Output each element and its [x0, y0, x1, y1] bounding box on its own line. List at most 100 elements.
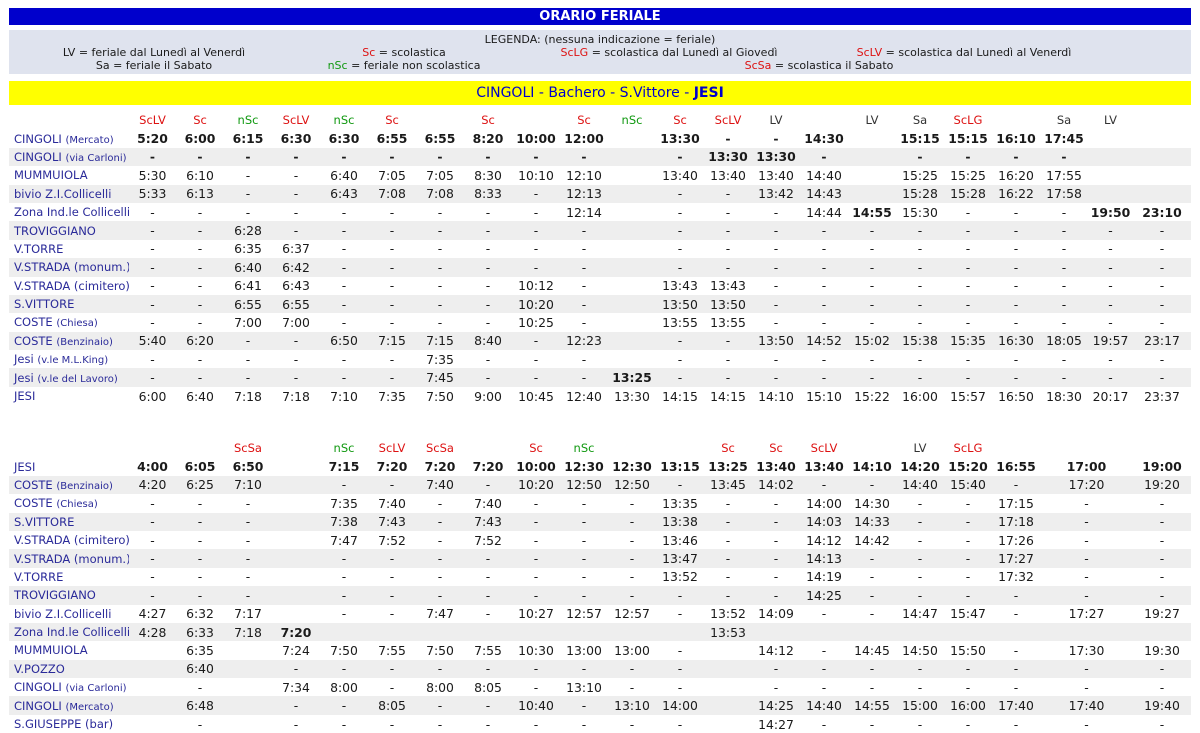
departure-time: -: [656, 221, 704, 240]
departure-time: [1133, 184, 1191, 203]
stop-name-detail: (via Carloni): [65, 152, 127, 164]
departure-time: -: [704, 368, 752, 387]
stop-name-text: Jesi: [14, 352, 34, 367]
column-type-label: [416, 111, 464, 129]
departure-time: -: [129, 586, 176, 605]
stop-name: MUMMUIOLA: [9, 166, 129, 184]
departure-time: 6:15: [232, 131, 264, 147]
departure-time: -: [965, 204, 971, 220]
stop-name: V.POZZO: [9, 659, 129, 679]
stop-name: V.STRADA (cimitero): [9, 531, 129, 549]
departure-time: -: [464, 258, 512, 277]
departure-time: 13:30: [660, 131, 700, 147]
departure-time: 7:35: [330, 495, 358, 511]
departure-time: 14:40: [806, 167, 842, 183]
departure-time: -: [608, 586, 656, 605]
departure-time: -: [965, 679, 971, 695]
departure-time: 19:57: [1088, 331, 1133, 351]
stop-name: JESI: [9, 457, 129, 475]
legend-sa: Sa = feriale il Sabato: [95, 59, 213, 72]
departure-time: -: [512, 586, 560, 605]
departure-time: 13:42: [752, 184, 800, 203]
departure-time: -: [869, 314, 875, 330]
stop-name: CINGOLI (via Carloni): [9, 147, 129, 167]
stop-name-detail: (Mercato): [65, 134, 114, 146]
legend-sclg: ScLG = scolastica dal Lunedì al Giovedì: [560, 46, 778, 59]
stop-row: S.VITTORE - - -7:38 7:43-7:43- - -13:38- -14:03…: [9, 512, 1191, 531]
departure-time: [608, 166, 656, 184]
departure-time: 7:10: [330, 388, 358, 404]
departure-time: 17:55: [1046, 167, 1082, 183]
column-type-label: [608, 439, 656, 457]
stop-row: CINGOLI (via Carloni) - 7:34 8:00 - 8:00 8:05 -…: [9, 678, 1191, 696]
departure-time: -: [581, 241, 587, 257]
departure-time: 19:50: [1090, 204, 1131, 220]
departure-time: 13:40: [756, 459, 796, 475]
stop-name: V.STRADA (monum.): [9, 258, 129, 277]
stop-name-text: TROVIGGIANO: [14, 588, 96, 603]
departure-time: 19:27: [1144, 606, 1180, 622]
departure-time: 4:00: [137, 459, 168, 475]
departure-time: -: [992, 258, 1040, 277]
departure-time: 14:43: [800, 184, 848, 203]
departure-time: 13:45: [704, 475, 752, 495]
departure-time: 13:15: [660, 459, 700, 475]
departure-time: 13:52: [710, 606, 746, 622]
departure-time: 14:45: [854, 642, 890, 658]
departure-time: 8:40: [464, 331, 512, 351]
departure-time: -: [704, 184, 752, 203]
departure-time: 6:00: [138, 388, 167, 404]
departure-time: -: [800, 221, 848, 240]
departure-time: [272, 494, 320, 512]
departure-time: 13:00: [614, 642, 650, 658]
departure-time: 12:10: [566, 167, 602, 183]
departure-time: 13:50: [656, 294, 704, 314]
departure-time: 7:10: [224, 475, 272, 495]
departure-time: -: [629, 679, 635, 695]
departure-time: 8:20: [472, 131, 504, 147]
departure-time: -: [992, 294, 1040, 314]
departure-time: -: [965, 351, 971, 367]
stop-name-text: V.STRADA (monum.): [14, 551, 129, 566]
stop-row: bivio Z.I.Collicelli 5:33 6:13- -6:43 7:08 7:…: [9, 184, 1191, 203]
stop-name-text: Zona Ind.le Collicelli: [14, 205, 129, 220]
departure-time: -: [1013, 204, 1019, 220]
departure-time: 6:10: [186, 167, 214, 183]
departure-time: [752, 622, 800, 642]
departure-time: -: [581, 278, 587, 294]
column-type-label: nSc: [333, 113, 355, 128]
departure-time: 6:41: [234, 278, 262, 294]
departure-time: 18:30: [1046, 388, 1082, 404]
stop-name-text: MUMMUIOLA: [14, 168, 88, 183]
stop-name: CINGOLI (Mercato): [9, 129, 129, 147]
departure-time: -: [293, 204, 299, 220]
departure-time: 13:50: [752, 331, 800, 351]
departure-time: -: [224, 331, 272, 351]
stop-name-text: CINGOLI: [14, 698, 62, 713]
departure-time: -: [944, 659, 992, 679]
route-title-destination: JESI: [693, 85, 724, 101]
departure-time: 18:05: [1040, 331, 1088, 351]
departure-time: -: [464, 475, 512, 495]
departure-time: -: [416, 294, 464, 314]
departure-time: -: [581, 495, 587, 511]
column-type-label: [656, 439, 704, 457]
departure-time: -: [800, 147, 848, 167]
departure-time: [464, 622, 512, 642]
departure-time: 6:55: [272, 294, 320, 314]
departure-time: 10:45: [518, 388, 554, 404]
departure-time: -: [224, 184, 272, 203]
column-type-label: Sc: [481, 113, 495, 128]
legend-sclg-text: = scolastica dal Lunedì al Giovedì: [588, 46, 778, 59]
header-row: ScLV Sc nSc ScLV nSc Sc Sc Sc nSc Sc ScLV LV LV Sa ScL…: [9, 111, 1191, 129]
departure-time: -: [1013, 314, 1019, 330]
departure-time: -: [677, 679, 683, 695]
departure-time: -: [320, 586, 368, 605]
departure-time: -: [437, 278, 443, 294]
timetable-outbound: ScLV Sc nSc ScLV nSc Sc Sc Sc nSc Sc ScLV LV LV Sa ScL…: [9, 111, 1191, 405]
departure-time: -: [560, 147, 608, 167]
departure-time: -: [1133, 221, 1191, 240]
departure-time: 13:40: [804, 459, 844, 475]
departure-time: -: [464, 696, 512, 715]
departure-time: -: [485, 278, 491, 294]
